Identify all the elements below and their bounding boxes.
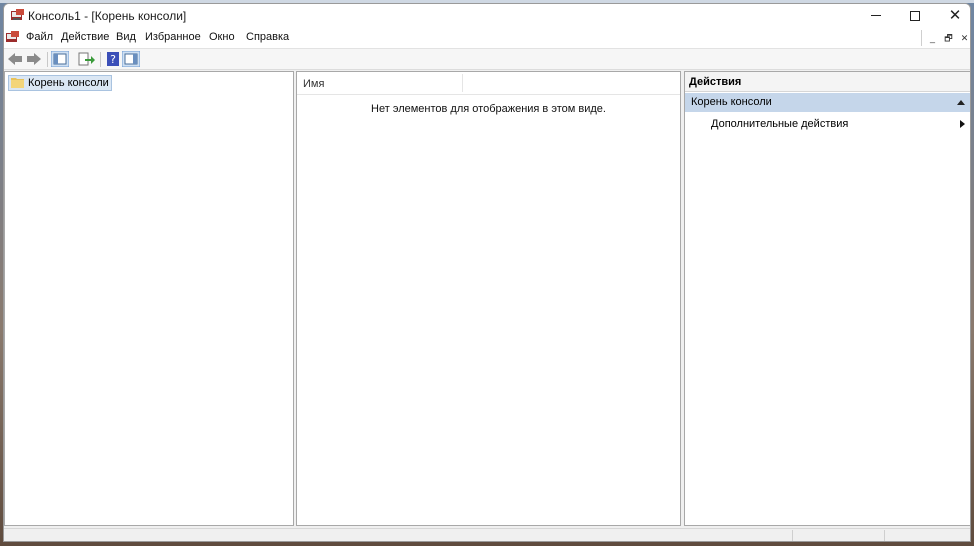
column-label: Имя <box>303 78 325 90</box>
actions-pane: Действия Корень консоли Дополнительные д… <box>684 71 970 526</box>
toolbar-separator <box>47 52 48 67</box>
child-restore-button[interactable]: 🗗 <box>942 32 955 45</box>
svg-text:?: ? <box>110 53 116 66</box>
forward-arrow-icon[interactable] <box>25 51 43 67</box>
column-divider[interactable] <box>462 74 463 92</box>
minimize-button[interactable] <box>856 4 896 28</box>
menu-favorites[interactable]: Избранное <box>145 31 201 43</box>
maximize-icon <box>910 11 920 21</box>
export-list-icon[interactable] <box>77 51 95 67</box>
close-icon: ✕ <box>948 7 962 24</box>
toolbar-separator <box>100 52 101 67</box>
empty-list-message: Нет элементов для отображения в этом вид… <box>371 103 606 115</box>
child-minimize-button[interactable]: _ <box>926 32 939 45</box>
status-bar <box>4 528 970 541</box>
action-more-actions[interactable]: Дополнительные действия <box>685 116 970 132</box>
results-pane[interactable]: Имя Нет элементов для отображения в этом… <box>296 71 681 526</box>
show-hide-console-tree-icon[interactable] <box>51 51 69 67</box>
show-hide-action-pane-icon[interactable] <box>122 51 140 67</box>
tree-item-label: Корень консоли <box>28 77 109 89</box>
menu-help[interactable]: Справка <box>246 31 289 43</box>
actions-section-label: Корень консоли <box>691 96 772 108</box>
menu-view[interactable]: Вид <box>116 31 136 43</box>
action-label: Дополнительные действия <box>711 118 849 130</box>
minimize-icon <box>871 15 881 16</box>
folder-icon <box>11 78 24 88</box>
back-arrow-icon[interactable] <box>6 51 24 67</box>
close-button[interactable]: ✕ <box>935 4 970 28</box>
column-header-name[interactable]: Имя <box>297 72 680 95</box>
collapse-arrow-icon[interactable] <box>957 100 965 105</box>
menu-action[interactable]: Действие <box>61 31 109 43</box>
submenu-arrow-icon <box>960 120 965 128</box>
tree-item-console-root[interactable]: Корень консоли <box>8 75 112 91</box>
menu-divider <box>921 30 922 46</box>
title-bar[interactable]: Консоль1 - [Корень консоли] ✕ <box>4 4 970 28</box>
toolbar: ? <box>4 49 970 70</box>
mmc-app-icon <box>11 9 24 20</box>
status-divider <box>884 530 885 541</box>
status-divider <box>792 530 793 541</box>
actions-header: Действия <box>685 72 970 92</box>
menu-file[interactable]: Файл <box>26 31 53 43</box>
mmc-window: Консоль1 - [Корень консоли] ✕ Файл Дейст… <box>3 3 971 542</box>
system-menu-icon[interactable] <box>6 31 19 44</box>
maximize-button[interactable] <box>895 4 935 28</box>
console-tree-pane[interactable]: Корень консоли <box>4 71 294 526</box>
menu-window[interactable]: Окно <box>209 31 235 43</box>
window-title: Консоль1 - [Корень консоли] <box>28 9 187 23</box>
menu-bar: Файл Действие Вид Избранное Окно Справка… <box>4 28 970 49</box>
child-close-button[interactable]: ✕ <box>958 32 970 45</box>
actions-section-console-root[interactable]: Корень консоли <box>685 93 970 112</box>
help-icon[interactable]: ? <box>104 51 122 67</box>
